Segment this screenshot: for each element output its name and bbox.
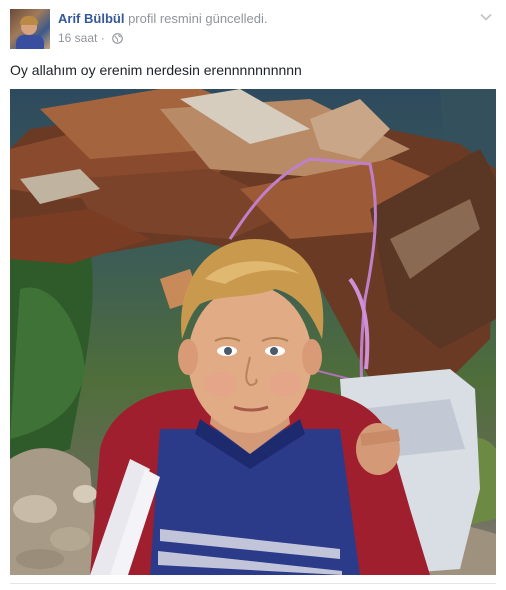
post-divider xyxy=(10,583,496,584)
post-meta: 16 saat · xyxy=(58,31,123,45)
post-header: Arif Bülbül profil resmini güncelledi. 1… xyxy=(10,9,496,49)
post-timestamp[interactable]: 16 saat xyxy=(58,31,97,45)
profile-photo[interactable] xyxy=(10,89,496,575)
author-name-link[interactable]: Arif Bülbül xyxy=(58,11,124,26)
feed-post: Arif Bülbül profil resmini güncelledi. 1… xyxy=(0,0,506,590)
post-action-text: profil resmini güncelledi. xyxy=(128,11,268,26)
meta-separator: · xyxy=(100,31,105,45)
chevron-down-icon[interactable] xyxy=(480,13,492,21)
post-title-line: Arif Bülbül profil resmini güncelledi. xyxy=(58,11,268,27)
avatar[interactable] xyxy=(10,9,50,49)
post-status-text: Oy allahım oy erenim nerdesin erennnnnnn… xyxy=(10,62,302,78)
photo-illustration xyxy=(10,89,496,575)
globe-icon[interactable] xyxy=(112,33,123,44)
